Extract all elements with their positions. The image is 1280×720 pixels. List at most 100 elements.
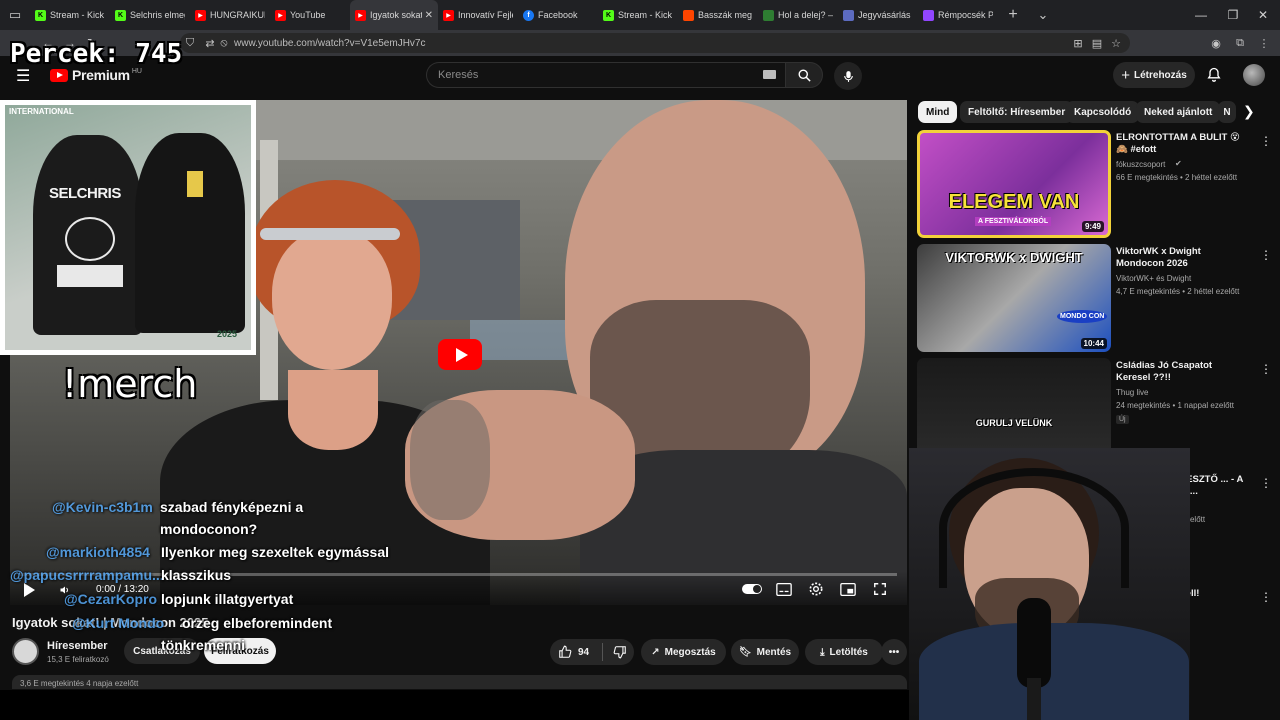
- recommended-channel[interactable]: fókuszcsoport: [1116, 160, 1165, 169]
- voice-search-button[interactable]: [834, 62, 862, 90]
- browser-tab[interactable]: ▶ Igyatok sokat! ✕: [350, 0, 438, 30]
- keyboard-icon[interactable]: [763, 70, 776, 79]
- search-input[interactable]: Keresés: [426, 62, 786, 88]
- youtube-logo[interactable]: Premium HU: [50, 67, 142, 83]
- woman-face-shape: [272, 230, 392, 370]
- recommended-channel[interactable]: ViktorWK+ és Dwight: [1116, 274, 1191, 283]
- like-dislike-group: 94: [550, 639, 634, 665]
- filter-chip[interactable]: Kapcsolódó: [1066, 101, 1140, 123]
- new-tab-button[interactable]: +: [998, 0, 1028, 30]
- tab-search-icon[interactable]: ⌄: [1028, 0, 1058, 30]
- filter-chip[interactable]: Mind: [918, 101, 958, 123]
- merch-image: INTERNATIONAL SELCHRIS 2025: [5, 105, 251, 350]
- bookmark-star-icon[interactable]: ☆: [1106, 30, 1126, 56]
- globe-icon: [763, 9, 774, 21]
- url-text: www.youtube.com/watch?v=V1e5emJHv7c: [234, 37, 426, 49]
- fullscreen-icon[interactable]: [870, 580, 890, 598]
- chat-username: @markioth4854: [46, 544, 150, 560]
- verified-badge-icon: ✔: [1175, 159, 1182, 168]
- video-duration: 9:49: [1081, 221, 1104, 232]
- merch-top-text: INTERNATIONAL: [9, 107, 74, 116]
- download-button[interactable]: ⤓ Letöltés: [805, 639, 883, 665]
- search-button[interactable]: [785, 62, 823, 88]
- youtube-logo-text: Premium: [72, 67, 130, 83]
- install-app-icon[interactable]: ⊞: [1068, 30, 1088, 56]
- video-menu-icon[interactable]: ⋮: [1260, 476, 1272, 490]
- more-actions-icon[interactable]: •••: [881, 639, 907, 665]
- video-menu-icon[interactable]: ⋮: [1260, 248, 1272, 262]
- browser-tab[interactable]: K Stream - Kick Das: [598, 0, 678, 30]
- dislike-icon[interactable]: [613, 645, 627, 659]
- browser-tab[interactable]: Jegyvásárlás – M: [838, 0, 918, 30]
- browser-tab[interactable]: K Stream - Kick Das: [30, 0, 110, 30]
- guide-menu-icon[interactable]: ☰: [16, 66, 30, 86]
- reading-mode-icon[interactable]: ▤: [1087, 30, 1107, 56]
- merch-command-label: !merch: [62, 362, 198, 406]
- video-menu-icon[interactable]: ⋮: [1260, 590, 1272, 604]
- tab-actions-icon[interactable]: ▭: [0, 0, 30, 30]
- video-menu-icon[interactable]: ⋮: [1260, 362, 1272, 376]
- large-play-button[interactable]: [438, 339, 482, 370]
- kick-icon: K: [115, 9, 126, 21]
- channel-avatar[interactable]: [12, 638, 39, 665]
- filter-chip[interactable]: Neked ajánlott: [1136, 101, 1221, 123]
- browser-tab[interactable]: K Selchris elmegy T: [110, 0, 190, 30]
- browser-tab-label: Stream - Kick Das: [50, 10, 105, 20]
- description-box[interactable]: 3,6 E megtekintés 4 napja ezelőtt: [12, 675, 907, 689]
- play-icon[interactable]: [24, 583, 35, 597]
- chevron-right-icon[interactable]: ❯: [1243, 103, 1255, 120]
- tracking-icon[interactable]: ⦸: [214, 30, 234, 56]
- save-button[interactable]: 🔖︎ Mentés: [731, 639, 799, 665]
- filter-chip[interactable]: N: [1218, 101, 1236, 123]
- browser-tab[interactable]: Hol a delej? — él: [758, 0, 838, 30]
- recommended-video[interactable]: ELEGEM VAN A FESZTIVÁLOKBÓL 9:49 ELRONTOTTA…: [917, 130, 1272, 238]
- account-avatar[interactable]: [1243, 64, 1265, 86]
- recommended-meta: 66 E megtekintés • 2 héttel ezelőtt: [1116, 173, 1238, 182]
- site-info-icon[interactable]: ⛉: [180, 30, 200, 56]
- recommended-title[interactable]: Csládias Jó Csapatot Keresel ??!!: [1116, 360, 1248, 384]
- video-thumbnail[interactable]: VIKTORWK x DWIGHT MONDO CON 10:44: [917, 244, 1111, 352]
- browser-tab[interactable]: f Facebook: [518, 0, 598, 30]
- chat-message: Ilyenkor meg szexeltek egymással: [161, 544, 390, 560]
- channel-name[interactable]: Híresember: [47, 640, 108, 652]
- merch-brand-text: SELCHRIS: [49, 185, 121, 202]
- recommended-title[interactable]: ELRONTOTTAM A BULIT 😵🙈 #efott: [1116, 132, 1248, 156]
- browser-tab-label: Rémpocsék Poké: [938, 10, 993, 20]
- browser-tab-label: HUNGRAIKUMOR: [210, 10, 265, 20]
- like-icon[interactable]: [558, 645, 572, 659]
- extensions-icon[interactable]: ⧉: [1230, 30, 1250, 56]
- tiara-shape: [260, 228, 400, 240]
- notifications-icon[interactable]: [1206, 66, 1222, 88]
- browser-tab[interactable]: Rémpocsék Poké: [918, 0, 998, 30]
- video-thumbnail[interactable]: ELEGEM VAN A FESZTIVÁLOKBÓL 9:49: [917, 130, 1111, 238]
- autoplay-toggle-icon[interactable]: [742, 580, 762, 598]
- close-tab-icon[interactable]: ✕: [425, 10, 433, 21]
- video-duration: 10:44: [1080, 338, 1107, 349]
- filter-chip[interactable]: Feltöltő: Híresember: [960, 101, 1074, 123]
- youtube-icon: ▶: [275, 9, 286, 21]
- create-button[interactable]: + Létrehozás: [1113, 62, 1195, 88]
- download-label: Letöltés: [829, 646, 868, 658]
- recommended-video[interactable]: VIKTORWK x DWIGHT MONDO CON 10:44 ViktorWK …: [917, 244, 1272, 352]
- browser-tab[interactable]: Basszák meg mar: [678, 0, 758, 30]
- recommended-channel[interactable]: Thug live: [1116, 388, 1148, 397]
- close-window-icon[interactable]: ✕: [1246, 0, 1280, 30]
- restore-icon[interactable]: ❐: [1216, 0, 1250, 30]
- minimize-icon[interactable]: —: [1184, 0, 1218, 30]
- browser-tab[interactable]: ▶ YouTube: [270, 0, 350, 30]
- browser-tab[interactable]: ▶ Innovatív Fejleszt: [438, 0, 518, 30]
- taskbar-strip: [0, 690, 909, 720]
- download-icon: ⤓: [820, 646, 825, 658]
- recommended-title[interactable]: ViktorWK x Dwight Mondocon 2026: [1116, 246, 1248, 270]
- share-button[interactable]: ↗ Megosztás: [641, 639, 726, 665]
- save-playlist-icon: 🔖︎: [738, 646, 752, 658]
- browser-tab[interactable]: ▶ HUNGRAIKUMOR: [190, 0, 270, 30]
- url-field[interactable]: www.youtube.com/watch?v=V1e5emJHv7c: [180, 33, 1130, 53]
- browser-menu-icon[interactable]: ⋮: [1254, 30, 1274, 56]
- miniplayer-icon[interactable]: [838, 580, 858, 598]
- settings-gear-icon[interactable]: [806, 580, 826, 598]
- woman-neck-shape: [288, 370, 378, 450]
- captions-icon[interactable]: [774, 580, 794, 598]
- profile-icon[interactable]: ◉: [1206, 30, 1226, 56]
- video-menu-icon[interactable]: ⋮: [1260, 134, 1272, 148]
